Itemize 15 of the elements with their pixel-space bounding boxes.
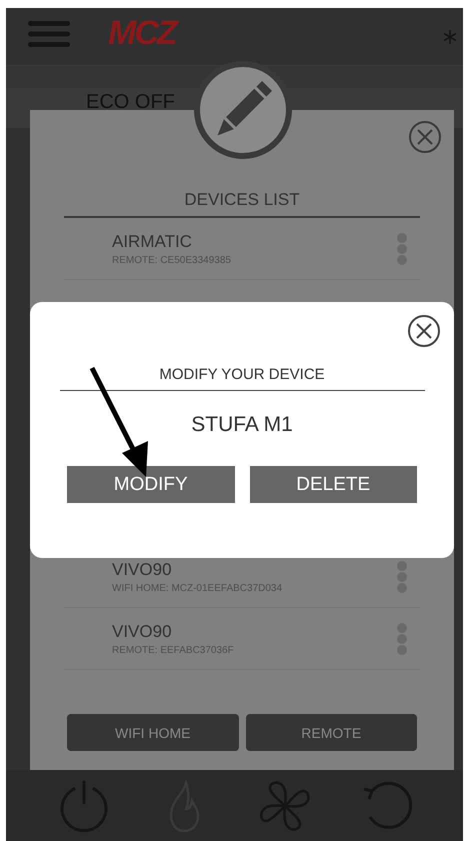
- snowflake-icon: [443, 30, 457, 44]
- dialog-button[interactable]: MODIFY: [67, 466, 234, 503]
- devices-list-title: DEVICES LIST: [64, 190, 420, 218]
- menu-icon[interactable]: [28, 20, 70, 46]
- dialog-button[interactable]: DELETE: [250, 466, 417, 503]
- connection-button[interactable]: WIFI HOME: [67, 714, 238, 751]
- more-options-icon[interactable]: [396, 560, 408, 594]
- device-name: STUFA M1: [191, 413, 293, 437]
- connection-button[interactable]: REMOTE: [246, 714, 417, 751]
- dialog-title: MODIFY YOUR DEVICE: [60, 366, 424, 391]
- device-name: AIRMATIC: [112, 232, 193, 252]
- close-icon[interactable]: [407, 314, 441, 348]
- device-name: VIVO90: [112, 622, 173, 642]
- device-name: VIVO90: [112, 560, 173, 580]
- brand-logo: MCZ: [108, 14, 176, 53]
